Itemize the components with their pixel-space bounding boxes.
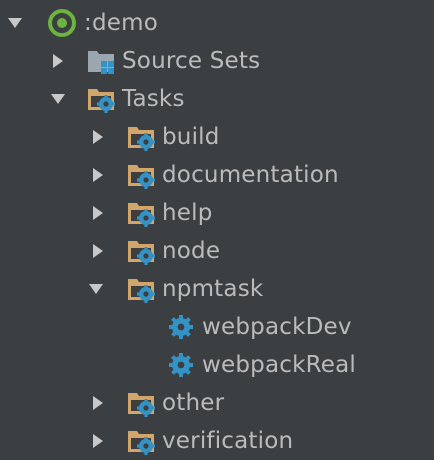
tree-node-help[interactable]: help	[0, 194, 434, 232]
tree-node-label: Tasks	[122, 86, 185, 112]
gradle-task-tree: :demo Source Sets Tasks build documentat…	[0, 0, 434, 455]
expanded-arrow-icon[interactable]	[47, 80, 69, 118]
tree-node-label: build	[162, 124, 220, 150]
task-folder-icon	[126, 122, 158, 152]
task-folder-icon	[126, 236, 158, 266]
collapsed-arrow-icon[interactable]	[87, 118, 109, 156]
tree-node-build[interactable]: build	[0, 118, 434, 156]
tree-node-label: other	[162, 390, 225, 416]
task-folder-icon	[126, 426, 158, 456]
tree-node-npmtask[interactable]: npmtask	[0, 270, 434, 308]
tree-node-label: :demo	[84, 10, 158, 36]
task-folder-icon	[86, 84, 118, 114]
tree-node-tasks[interactable]: Tasks	[0, 80, 434, 118]
collapsed-arrow-icon[interactable]	[87, 232, 109, 270]
collapsed-arrow-icon[interactable]	[87, 156, 109, 194]
tree-node-label: help	[162, 200, 213, 226]
tree-node-webpack-real[interactable]: webpackReal	[0, 346, 434, 384]
source-sets-folder-icon	[86, 46, 118, 76]
tree-node-other[interactable]: other	[0, 384, 434, 422]
tree-node-label: node	[162, 238, 221, 264]
gear-icon	[166, 350, 198, 380]
tree-node-label: npmtask	[162, 276, 264, 302]
task-folder-icon	[126, 388, 158, 418]
gear-icon	[166, 312, 198, 342]
tree-node-source-sets[interactable]: Source Sets	[0, 42, 434, 80]
collapsed-arrow-icon[interactable]	[47, 42, 69, 80]
tree-node-label: Source Sets	[122, 48, 261, 74]
tree-node-node[interactable]: node	[0, 232, 434, 270]
tree-node-label: documentation	[162, 162, 339, 188]
expanded-arrow-icon[interactable]	[85, 270, 107, 308]
tree-node-label: webpackDev	[202, 314, 352, 340]
tree-node-label: webpackReal	[202, 352, 357, 378]
collapsed-arrow-icon[interactable]	[87, 194, 109, 232]
task-folder-icon	[126, 274, 158, 304]
tree-node-webpack-dev[interactable]: webpackDev	[0, 308, 434, 346]
tree-node-documentation[interactable]: documentation	[0, 156, 434, 194]
tree-node-verification[interactable]: verification	[0, 422, 434, 460]
gradle-module-icon	[46, 8, 78, 38]
task-folder-icon	[126, 198, 158, 228]
collapsed-arrow-icon[interactable]	[87, 384, 109, 422]
task-folder-icon	[126, 160, 158, 190]
tree-node-label: verification	[162, 428, 294, 454]
collapsed-arrow-icon[interactable]	[87, 422, 109, 460]
expanded-arrow-icon[interactable]	[4, 4, 26, 42]
tree-node-demo[interactable]: :demo	[0, 4, 434, 42]
